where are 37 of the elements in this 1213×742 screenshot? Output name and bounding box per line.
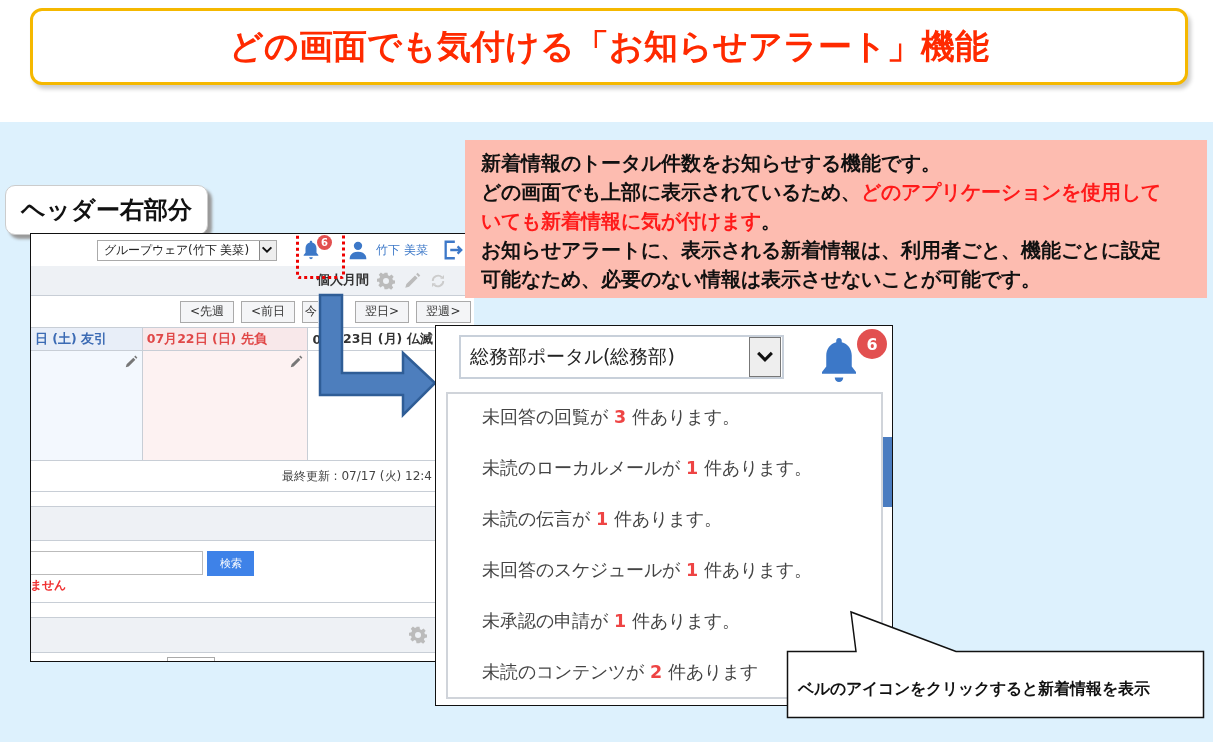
section-label: ヘッダー右部分: [5, 185, 208, 235]
notification-item[interactable]: 未読のコンテンツが 2 件あります: [482, 659, 759, 685]
search-button[interactable]: 検索: [207, 551, 254, 576]
day-header: 日 (土) 友引: [31, 328, 143, 350]
note-text: 新着情報のトータル件数をお知らせする機能です。: [481, 151, 942, 177]
day-header: 07月22日 (日) 先負: [142, 328, 309, 350]
callout-text: ベルのアイコンをクリックすると新着情報を表示: [798, 679, 1150, 700]
last-updated: 最終更新 : 07/17 (火) 12:4: [281, 467, 432, 485]
menu-bar: [883, 437, 892, 507]
pencil-icon[interactable]: [123, 355, 138, 369]
notification-item[interactable]: 未承認の申請が 1 件あります。: [482, 608, 741, 634]
search-field[interactable]: [31, 551, 203, 575]
note-text: どの画面でも上部に表示されているため、どのアプリケーションを使用していても新着情報に気が付けます。: [481, 180, 1162, 235]
notification-badge: 6: [857, 329, 887, 359]
portal-select[interactable]: 総務部ポータル(総務部): [459, 335, 784, 379]
settings-icon[interactable]: [377, 271, 395, 290]
nav-button[interactable]: 翌日>: [355, 300, 409, 323]
notification-item[interactable]: 未読のローカルメールが 1 件あります。: [482, 455, 813, 481]
nav-button[interactable]: <先週: [180, 300, 234, 323]
nav-button[interactable]: 翌週>: [416, 300, 471, 323]
nav-button[interactable]: <前日: [241, 300, 295, 323]
portal-select[interactable]: グループウェア(竹下 美菜): [97, 239, 277, 261]
day-header: 23日 (月) 仏滅: [343, 330, 433, 348]
notification-badge: 6: [317, 235, 332, 250]
pencil-icon[interactable]: [403, 271, 421, 290]
notification-item[interactable]: 未読の伝言が 1 件あります。: [482, 506, 723, 532]
note-text: お知らせアラートに、表示される新着情報は、利用者ごと、機能ごとに設定可能なため、必要のない情報は表示させないことが可能です。: [481, 238, 1162, 293]
nav-button[interactable]: 今: [302, 300, 318, 323]
user-icon: [348, 240, 368, 260]
error-message: ません: [31, 577, 66, 594]
notification-item[interactable]: 未回答の回覧が 3 件あります。: [482, 404, 741, 430]
slide-title: どの画面でも気付ける「お知らせアラート」機能: [30, 8, 1188, 85]
user-name[interactable]: 竹下 美菜: [376, 241, 428, 259]
bell-icon[interactable]: [822, 338, 856, 382]
notification-item[interactable]: 未回答のスケジュールが 1 件あります。: [482, 557, 813, 583]
pencil-icon[interactable]: [289, 355, 304, 369]
settings-icon[interactable]: [409, 626, 427, 644]
